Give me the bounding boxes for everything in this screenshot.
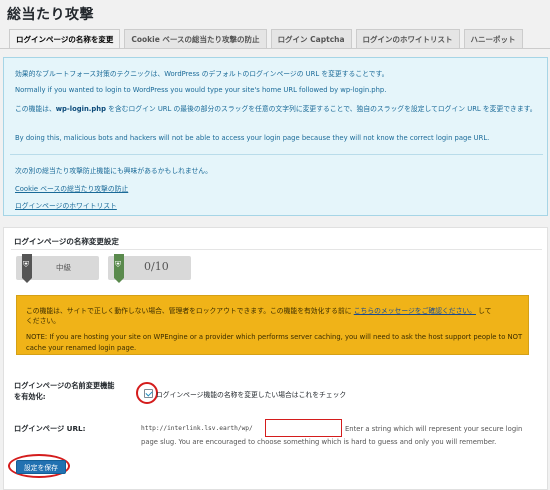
difficulty-badge: ⛨ 中級: [16, 254, 99, 283]
cookie-prevention-link[interactable]: Cookie ベースの総当たり攻撃の防止: [15, 183, 128, 193]
tab-login-captcha[interactable]: ログイン Captcha: [270, 29, 352, 48]
difficulty-level: 中級: [56, 263, 71, 272]
warning-line: ください。: [26, 317, 60, 325]
page-title: 総当たり攻撃: [7, 7, 94, 23]
login-url-prefix: http://interlink.lsv.earth/wp/: [141, 425, 253, 432]
warning-note: NOTE: If you are hosting your site on WP…: [26, 333, 523, 341]
enable-label: ログインページの名前変更機能 を有効化:: [14, 381, 115, 401]
enable-rename-checkbox[interactable]: [144, 389, 153, 398]
tab-bar: ログインページの名称を変更 Cookie ベースの総当たり攻撃の防止 ログイン …: [9, 29, 523, 48]
score-badge: ⛨ 0/10: [108, 254, 191, 283]
info-line: Normally if you wanted to login to WordP…: [15, 86, 387, 94]
panel-divider: [11, 249, 542, 250]
tab-divider: [0, 48, 550, 49]
info-box: 効果的なブルートフォース対策のテクニックは、WordPress のデフォルトのロ…: [3, 57, 548, 216]
security-score: 0/10: [144, 260, 169, 273]
tab-honeypot[interactable]: ハニーポット: [463, 29, 523, 48]
warning-note: cache your renamed login page.: [26, 344, 137, 352]
tab-cookie-prevention[interactable]: Cookie ベースの総当たり攻撃の防止: [124, 29, 267, 48]
info-line: 次の別の総当たり攻撃防止機能にも興味があるかもしれません。: [15, 167, 212, 175]
save-settings-button[interactable]: 設定を保存: [16, 460, 66, 474]
panel-title: ログインページの名称変更設定: [14, 237, 119, 246]
shield-icon: ⛨: [22, 254, 32, 283]
login-slug-input[interactable]: [265, 419, 342, 437]
login-whitelist-link[interactable]: ログインページのホワイトリスト: [15, 200, 117, 210]
login-url-help: Enter a string which will represent your…: [345, 425, 523, 433]
info-divider: [10, 154, 543, 155]
info-line: By doing this, malicious bots and hacker…: [15, 134, 490, 142]
login-url-help: page slug. You are encouraged to choose …: [141, 438, 497, 446]
info-line: この機能は、wp-login.php を含むログイン URL の最後の部分のスラ…: [15, 105, 537, 113]
tab-login-whitelist[interactable]: ログインのホワイトリスト: [355, 29, 460, 48]
warning-line: この機能は、サイトで正しく動作しない場合、管理者をロックアウトできます。この機能…: [26, 307, 492, 315]
warning-box: この機能は、サイトで正しく動作しない場合、管理者をロックアウトできます。この機能…: [16, 295, 529, 355]
tab-rename-login[interactable]: ログインページの名称を変更: [9, 29, 121, 48]
login-url-label: ログインページ URL:: [14, 424, 86, 433]
shield-icon: ⛨: [114, 254, 124, 283]
settings-panel: ログインページの名称変更設定 ⛨ 中級 ⛨ 0/10 この機能は、サイトで正しく…: [3, 227, 548, 490]
enable-description: ログインページ機能の名称を変更したい場合はこれをチェック: [156, 391, 347, 399]
info-line: 効果的なブルートフォース対策のテクニックは、WordPress のデフォルトのロ…: [15, 70, 389, 78]
warning-message-link[interactable]: こちらのメッセージをご確認ください。: [354, 307, 476, 315]
